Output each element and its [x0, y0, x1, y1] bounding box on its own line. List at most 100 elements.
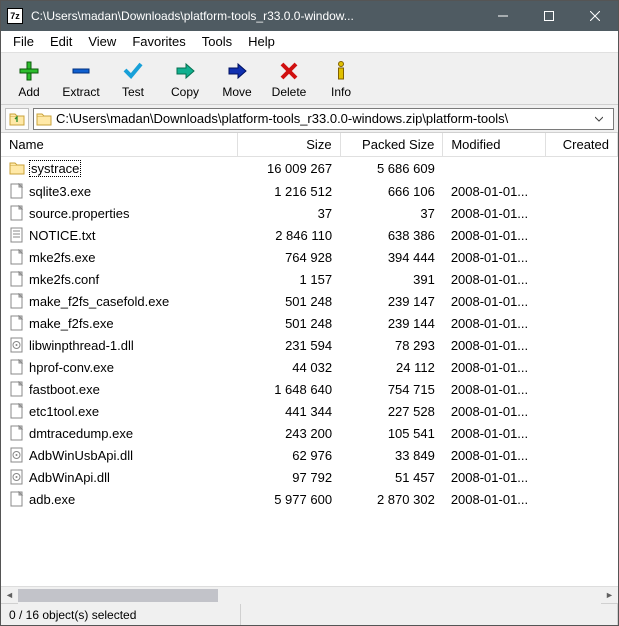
- maximize-button[interactable]: [526, 1, 572, 31]
- file-created: [546, 290, 618, 312]
- scroll-thumb[interactable]: [18, 589, 218, 602]
- file-packed: 227 528: [340, 400, 443, 422]
- file-packed: 239 144: [340, 312, 443, 334]
- file-name: hprof-conv.exe: [29, 360, 114, 375]
- file-name: systrace: [29, 160, 81, 177]
- file-row[interactable]: make_f2fs.exe501 248239 1442008-01-01...: [1, 312, 618, 334]
- toolbar-add-button[interactable]: Add: [5, 55, 53, 103]
- column-modified[interactable]: Modified: [443, 133, 546, 157]
- toolbar-info-button[interactable]: Info: [317, 55, 365, 103]
- dll-icon: [9, 447, 25, 463]
- file-row[interactable]: source.properties37372008-01-01...: [1, 202, 618, 224]
- column-name[interactable]: Name: [1, 133, 237, 157]
- file-name: NOTICE.txt: [29, 228, 95, 243]
- file-modified: 2008-01-01...: [443, 488, 546, 510]
- file-packed: 2 870 302: [340, 488, 443, 510]
- close-button[interactable]: [572, 1, 618, 31]
- file-created: [546, 180, 618, 202]
- file-modified: 2008-01-01...: [443, 334, 546, 356]
- file-row[interactable]: NOTICE.txt 2 846 110638 3862008-01-01...: [1, 224, 618, 246]
- file-created: [546, 400, 618, 422]
- menu-file[interactable]: File: [5, 32, 42, 51]
- file-list[interactable]: Name Size Packed Size Modified Created s…: [1, 133, 618, 586]
- file-packed: 394 444: [340, 246, 443, 268]
- file-row[interactable]: make_f2fs_casefold.exe501 248239 1472008…: [1, 290, 618, 312]
- file-modified: 2008-01-01...: [443, 290, 546, 312]
- menu-edit[interactable]: Edit: [42, 32, 80, 51]
- file-size: 37: [237, 202, 340, 224]
- column-packed[interactable]: Packed Size: [340, 133, 443, 157]
- arrow-right-teal-icon: [174, 59, 196, 83]
- scroll-right-button[interactable]: ►: [601, 587, 618, 604]
- file-created: [546, 246, 618, 268]
- column-created[interactable]: Created: [546, 133, 618, 157]
- file-row[interactable]: AdbWinUsbApi.dll62 97633 8492008-01-01..…: [1, 444, 618, 466]
- file-modified: 2008-01-01...: [443, 378, 546, 400]
- file-packed: 37: [340, 202, 443, 224]
- file-modified: 2008-01-01...: [443, 356, 546, 378]
- file-row[interactable]: mke2fs.conf1 1573912008-01-01...: [1, 268, 618, 290]
- toolbar-delete-label: Delete: [272, 85, 307, 99]
- file-row[interactable]: adb.exe5 977 6002 870 3022008-01-01...: [1, 488, 618, 510]
- info-icon: [330, 59, 352, 83]
- toolbar-move-label: Move: [222, 85, 251, 99]
- scroll-track[interactable]: [18, 587, 601, 604]
- file-size: 231 594: [237, 334, 340, 356]
- file-row[interactable]: fastboot.exe1 648 640754 7152008-01-01..…: [1, 378, 618, 400]
- file-size: 2 846 110: [237, 224, 340, 246]
- file-size: 501 248: [237, 290, 340, 312]
- column-size[interactable]: Size: [237, 133, 340, 157]
- file-modified: 2008-01-01...: [443, 466, 546, 488]
- file-created: [546, 444, 618, 466]
- status-selection: 0 / 16 object(s) selected: [1, 604, 241, 625]
- path-box[interactable]: C:\Users\madan\Downloads\platform-tools_…: [33, 108, 614, 130]
- file-row[interactable]: sqlite3.exe1 216 512666 1062008-01-01...: [1, 180, 618, 202]
- file-name: libwinpthread-1.dll: [29, 338, 134, 353]
- titlebar: 7z C:\Users\madan\Downloads\platform-too…: [1, 1, 618, 31]
- menu-help[interactable]: Help: [240, 32, 283, 51]
- file-modified: 2008-01-01...: [443, 268, 546, 290]
- menu-view[interactable]: View: [80, 32, 124, 51]
- file-row[interactable]: hprof-conv.exe44 03224 1122008-01-01...: [1, 356, 618, 378]
- file-created: [546, 356, 618, 378]
- file-modified: [443, 157, 546, 181]
- file-name: source.properties: [29, 206, 129, 221]
- file-row[interactable]: AdbWinApi.dll97 79251 4572008-01-01...: [1, 466, 618, 488]
- window-controls: [480, 1, 618, 31]
- toolbar-extract-button[interactable]: Extract: [57, 55, 105, 103]
- minimize-button[interactable]: [480, 1, 526, 31]
- file-modified: 2008-01-01...: [443, 202, 546, 224]
- file-packed: 638 386: [340, 224, 443, 246]
- file-size: 5 977 600: [237, 488, 340, 510]
- file-modified: 2008-01-01...: [443, 180, 546, 202]
- status-empty: [241, 604, 618, 625]
- toolbar-copy-button[interactable]: Copy: [161, 55, 209, 103]
- file-modified: 2008-01-01...: [443, 224, 546, 246]
- toolbar-move-button[interactable]: Move: [213, 55, 261, 103]
- file-created: [546, 202, 618, 224]
- file-packed: 78 293: [340, 334, 443, 356]
- file-row[interactable]: dmtracedump.exe243 200105 5412008-01-01.…: [1, 422, 618, 444]
- file-row[interactable]: mke2fs.exe764 928394 4442008-01-01...: [1, 246, 618, 268]
- file-size: 1 157: [237, 268, 340, 290]
- up-button[interactable]: [5, 108, 29, 130]
- file-name: etc1tool.exe: [29, 404, 99, 419]
- file-row[interactable]: etc1tool.exe441 344227 5282008-01-01...: [1, 400, 618, 422]
- menu-tools[interactable]: Tools: [194, 32, 240, 51]
- horizontal-scrollbar[interactable]: ◄ ►: [1, 586, 618, 603]
- scroll-left-button[interactable]: ◄: [1, 587, 18, 604]
- exe-icon: [9, 293, 25, 309]
- exe-icon: [9, 403, 25, 419]
- toolbar-test-button[interactable]: Test: [109, 55, 157, 103]
- check-icon: [122, 59, 144, 83]
- file-row[interactable]: libwinpthread-1.dll 231 59478 2932008-01-…: [1, 334, 618, 356]
- menu-favorites[interactable]: Favorites: [124, 32, 193, 51]
- file-size: 62 976: [237, 444, 340, 466]
- file-name: AdbWinUsbApi.dll: [29, 448, 133, 463]
- file-modified: 2008-01-01...: [443, 422, 546, 444]
- path-dropdown[interactable]: [595, 115, 611, 123]
- file-name: mke2fs.exe: [29, 250, 95, 265]
- app-icon: 7z: [7, 8, 23, 24]
- file-row[interactable]: systrace16 009 2675 686 609: [1, 157, 618, 181]
- toolbar-delete-button[interactable]: Delete: [265, 55, 313, 103]
